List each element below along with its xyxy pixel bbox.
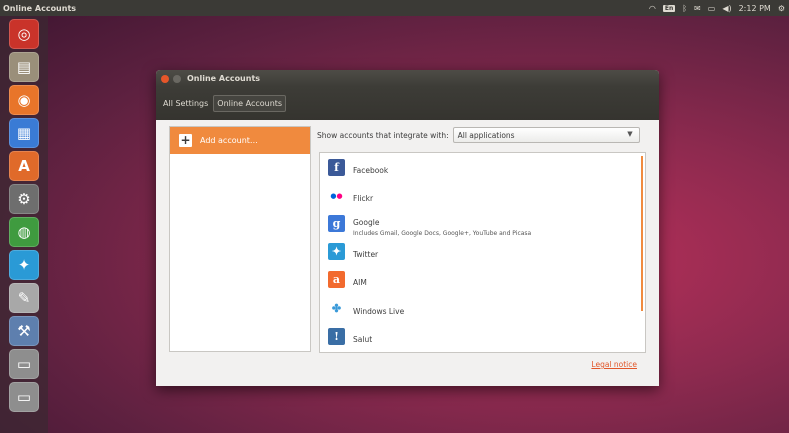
provider-salut[interactable]: ! Salut [320, 322, 645, 350]
gear-icon[interactable]: ⚙ [778, 4, 785, 13]
aim-icon: a [328, 271, 345, 289]
system-tray: ◠ En ᛒ ✉ ▭ ◀) 2:12 PM ⚙ [649, 0, 785, 16]
volume-icon[interactable]: ◀) [722, 4, 731, 13]
dash-home-icon: ◎ [17, 25, 31, 43]
keyboard-layout-indicator[interactable]: En [662, 4, 676, 12]
provider-windows-live[interactable]: ✤ Windows Live [320, 294, 645, 322]
provider-facebook[interactable]: f Facebook [320, 153, 645, 181]
chevron-down-icon: ▼ [627, 130, 633, 138]
add-account-button[interactable]: + Add account… [170, 127, 310, 154]
network-icon[interactable]: ◠ [649, 4, 656, 13]
provider-aim[interactable]: a AIM [320, 266, 645, 294]
provider-google[interactable]: g Google Includes Gmail, Google Docs, Goog… [320, 209, 645, 237]
top-panel-app-title: Online Accounts [3, 3, 77, 13]
provider-name: AIM [353, 278, 367, 288]
accounts-list: + Add account… [169, 126, 311, 352]
online-accounts-window: Online Accounts All Settings Online Acco… [156, 70, 659, 386]
plus-icon: + [179, 133, 192, 147]
provider-list: f Facebook ● ● Flickr g Google Includes Gmail, … [319, 152, 646, 353]
windows-live-icon: ✤ [328, 299, 345, 317]
twitter-bird-icon: ✦ [328, 243, 345, 261]
system-settings-icon: ⚙ [17, 190, 31, 208]
launcher-item-text-editor[interactable]: ✎ [9, 283, 39, 313]
launcher-item-files[interactable]: ▤ [9, 52, 39, 82]
provider-name: Flickr [353, 193, 374, 203]
provider-name: Google [353, 217, 380, 227]
flickr-icon: ● ● [328, 186, 345, 204]
breadcrumb-online-accounts[interactable]: Online Accounts [213, 95, 287, 112]
bluetooth-icon[interactable]: ᛒ [682, 4, 687, 13]
twitter-icon: ✦ [17, 256, 31, 274]
add-account-label: Add account… [200, 136, 258, 145]
google-icon: g [328, 214, 345, 232]
provider-name: Twitter [353, 250, 379, 260]
provider-flickr[interactable]: ● ● Flickr [320, 181, 645, 209]
software-center-icon: A [18, 157, 30, 175]
filter-label: Show accounts that integrate with: [317, 130, 449, 140]
launcher-item-dash-home[interactable]: ◎ [9, 19, 39, 49]
launcher-item-online-accounts[interactable]: ⚒ [9, 316, 39, 346]
mail-icon[interactable]: ✉ [694, 4, 701, 13]
top-panel: Online Accounts ◠ En ᛒ ✉ ▭ ◀) 2:12 PM ⚙ [0, 0, 789, 16]
salut-icon: ! [328, 327, 345, 345]
drive-icon-2: ▭ [16, 388, 32, 406]
firefox-icon: ◉ [17, 91, 31, 109]
provider-description: Includes Gmail, Google Docs, Google+, Yo… [353, 229, 532, 237]
window-title: Online Accounts [187, 74, 261, 83]
application-filter-select[interactable]: All applications ▼ [452, 127, 640, 143]
text-editor-icon: ✎ [17, 289, 31, 307]
libreoffice-writer-icon: ▦ [16, 124, 32, 142]
breadcrumb-all-settings[interactable]: All Settings [160, 96, 211, 111]
facebook-icon: f [328, 158, 345, 176]
launcher: ◎ ▤ ◉ ▦ A ⚙ ◍ ✦ ✎ ⚒ ▭ ▭ [0, 16, 48, 433]
filter-row: Show accounts that integrate with: All a… [317, 126, 647, 144]
launcher-item-system-settings[interactable]: ⚙ [9, 184, 39, 214]
provider-name: Windows Live [353, 306, 405, 316]
chrome-icon: ◍ [17, 223, 31, 241]
window-toolbar: All Settings Online Accounts [156, 87, 659, 120]
files-icon: ▤ [16, 58, 32, 76]
launcher-item-drive[interactable]: ▭ [9, 349, 39, 379]
launcher-item-software-center[interactable]: A [9, 151, 39, 181]
close-icon[interactable] [161, 74, 169, 83]
launcher-item-firefox[interactable]: ◉ [9, 85, 39, 115]
battery-icon[interactable]: ▭ [708, 4, 716, 13]
legal-notice-link[interactable]: Legal notice [591, 360, 637, 369]
launcher-item-libreoffice-writer[interactable]: ▦ [9, 118, 39, 148]
provider-name: Facebook [353, 165, 389, 175]
launcher-item-twitter[interactable]: ✦ [9, 250, 39, 280]
minimize-icon[interactable] [173, 74, 181, 83]
launcher-item-drive-icon-2[interactable]: ▭ [9, 382, 39, 412]
filter-selected-value: All applications [457, 130, 515, 140]
online-accounts-icon: ⚒ [17, 322, 31, 340]
drive-icon: ▭ [16, 355, 32, 373]
window-titlebar[interactable]: Online Accounts [156, 70, 659, 87]
provider-twitter[interactable]: ✦ Twitter [320, 238, 645, 266]
clock[interactable]: 2:12 PM [739, 4, 771, 13]
provider-name: Salut [353, 334, 373, 344]
launcher-item-chrome[interactable]: ◍ [9, 217, 39, 247]
